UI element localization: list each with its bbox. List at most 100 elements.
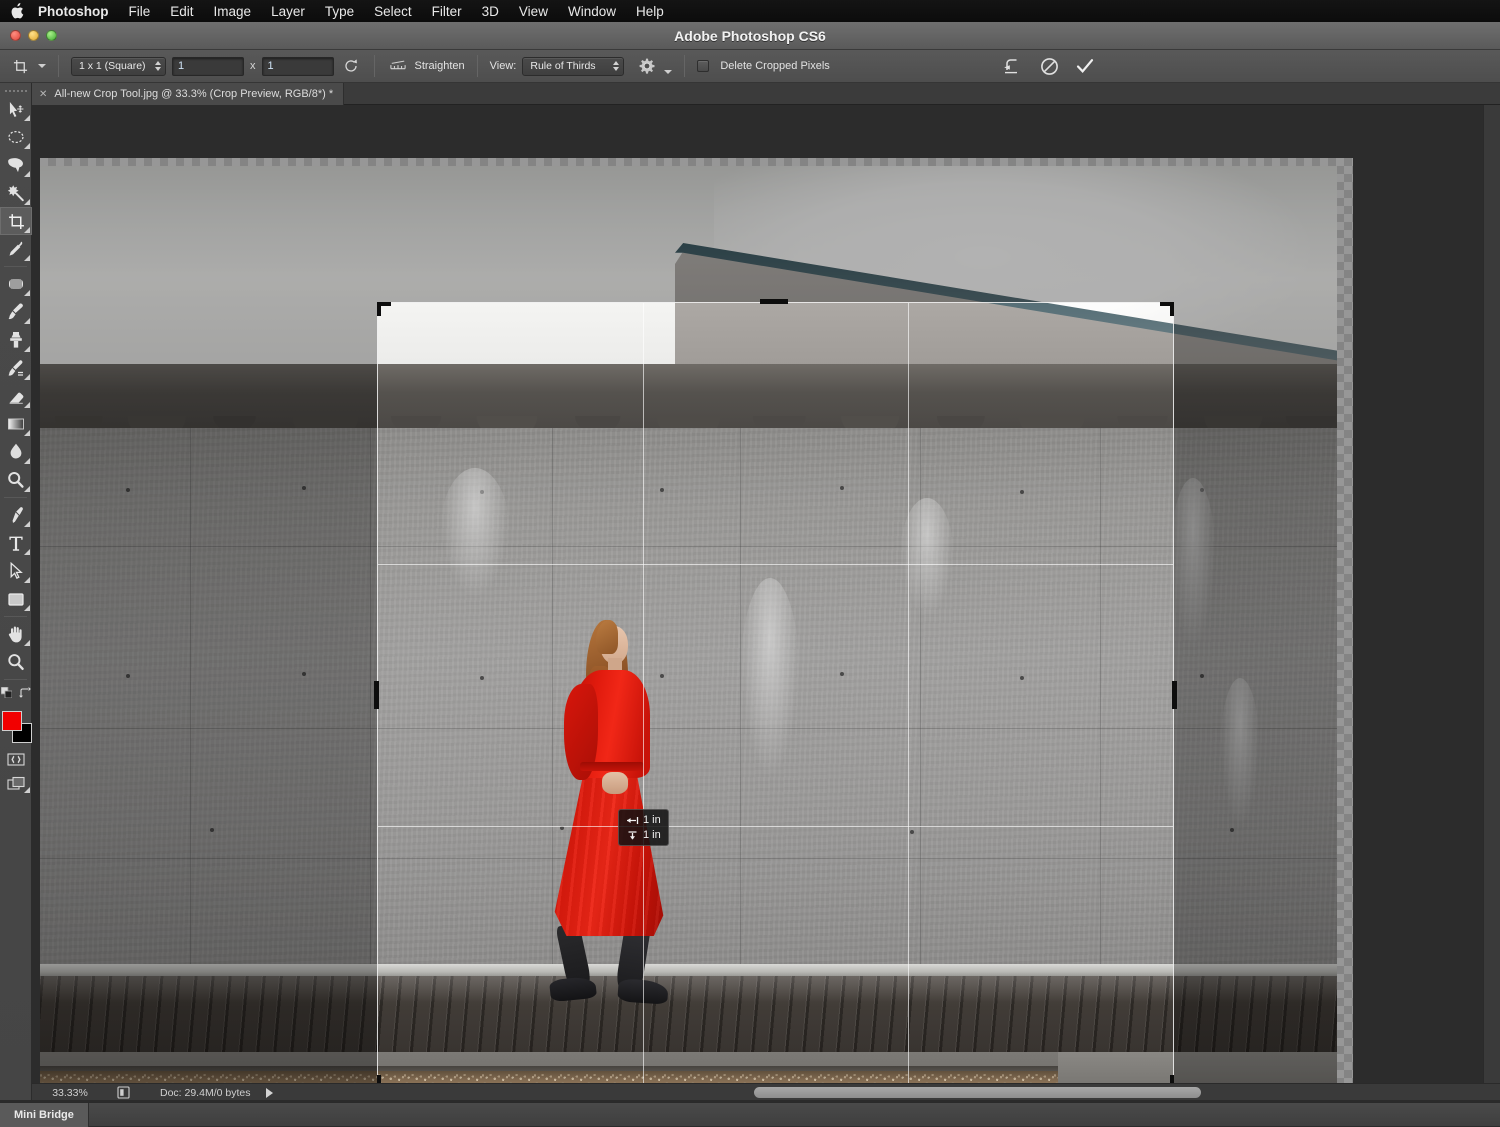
menu-item-filter[interactable]: Filter bbox=[432, 4, 462, 19]
flyout-triangle-icon[interactable] bbox=[24, 640, 30, 646]
tool-lasso[interactable] bbox=[0, 151, 32, 179]
flyout-triangle-icon[interactable] bbox=[24, 787, 30, 793]
zoom-level-field[interactable]: 33.33% bbox=[32, 1087, 108, 1099]
zoom-button[interactable] bbox=[46, 30, 57, 41]
crop-handle-top-right[interactable] bbox=[1160, 302, 1174, 316]
flyout-triangle-icon[interactable] bbox=[24, 430, 30, 436]
menu-item-file[interactable]: File bbox=[129, 4, 151, 19]
crop-handle-top-left[interactable] bbox=[377, 302, 391, 316]
tools-panel bbox=[0, 83, 32, 1100]
menu-item-image[interactable]: Image bbox=[214, 4, 252, 19]
tool-gradient[interactable] bbox=[0, 410, 32, 438]
crop-handle-bottom-right[interactable] bbox=[1160, 1075, 1174, 1083]
straighten-label[interactable]: Straighten bbox=[415, 60, 465, 72]
flyout-triangle-icon[interactable] bbox=[24, 549, 30, 555]
reset-icon[interactable] bbox=[1002, 55, 1024, 77]
quick-mask-icon[interactable] bbox=[0, 747, 32, 771]
menu-item-window[interactable]: Window bbox=[568, 4, 616, 19]
menu-item-help[interactable]: Help bbox=[636, 4, 664, 19]
tool-dodge[interactable] bbox=[0, 466, 32, 494]
document-canvas[interactable]: 1 in 1 in bbox=[40, 158, 1353, 1083]
flyout-triangle-icon[interactable] bbox=[24, 318, 30, 324]
delete-cropped-pixels-label[interactable]: Delete Cropped Pixels bbox=[720, 60, 829, 72]
tool-rectangle-shape[interactable] bbox=[0, 585, 32, 613]
tool-type[interactable] bbox=[0, 529, 32, 557]
tool-magic-wand[interactable] bbox=[0, 179, 32, 207]
menu-item-select[interactable]: Select bbox=[374, 4, 412, 19]
minimize-button[interactable] bbox=[28, 30, 39, 41]
crop-width-input[interactable]: 1 bbox=[172, 56, 244, 76]
tool-eyedropper[interactable] bbox=[0, 235, 32, 263]
crop-ratio-select[interactable]: 1 x 1 (Square) bbox=[71, 56, 166, 76]
gear-icon[interactable] bbox=[636, 55, 658, 77]
screen-mode-icon[interactable] bbox=[0, 771, 32, 795]
crop-overlay-select[interactable]: Rule of Thirds bbox=[522, 56, 625, 76]
delete-cropped-pixels-checkbox[interactable] bbox=[697, 60, 710, 72]
crop-handle-top-center[interactable] bbox=[760, 299, 788, 304]
tool-brush[interactable] bbox=[0, 298, 32, 326]
crop-size-tooltip: 1 in 1 in bbox=[618, 809, 669, 846]
flyout-triangle-icon[interactable] bbox=[24, 199, 30, 205]
gear-chevron-down-icon[interactable] bbox=[664, 70, 673, 74]
tool-history-brush[interactable] bbox=[0, 354, 32, 382]
tools-panel-drag-handle[interactable] bbox=[0, 83, 31, 95]
flyout-triangle-icon[interactable] bbox=[24, 458, 30, 464]
default-colors-icon[interactable] bbox=[0, 685, 12, 703]
tool-zoom[interactable] bbox=[0, 648, 32, 676]
foreground-color-swatch[interactable] bbox=[2, 711, 22, 731]
canvas-area[interactable]: 1 in 1 in bbox=[32, 105, 1500, 1083]
tool-eraser[interactable] bbox=[0, 382, 32, 410]
tool-hand[interactable] bbox=[0, 620, 32, 648]
flyout-triangle-icon[interactable] bbox=[24, 171, 30, 177]
document-proxy-icon[interactable] bbox=[108, 1086, 138, 1099]
menu-item-photoshop[interactable]: Photoshop bbox=[38, 4, 109, 19]
tool-crop[interactable] bbox=[0, 207, 32, 235]
tool-pen[interactable] bbox=[0, 501, 32, 529]
mini-bridge-tab[interactable]: Mini Bridge bbox=[0, 1103, 89, 1127]
tool-clone-stamp[interactable] bbox=[0, 326, 32, 354]
flyout-triangle-icon[interactable] bbox=[24, 486, 30, 492]
crop-handle-left-center[interactable] bbox=[374, 681, 379, 709]
tab-close-icon[interactable]: ✕ bbox=[39, 89, 47, 100]
flyout-triangle-icon[interactable] bbox=[24, 374, 30, 380]
flyout-triangle-icon[interactable] bbox=[24, 346, 30, 352]
tool-marquee[interactable] bbox=[0, 123, 32, 151]
menu-item-type[interactable]: Type bbox=[325, 4, 354, 19]
width-arrow-icon bbox=[626, 816, 639, 825]
crop-height-input[interactable]: 1 bbox=[261, 56, 334, 76]
tool-move[interactable] bbox=[0, 95, 32, 123]
swap-width-height-icon[interactable] bbox=[340, 55, 362, 77]
menu-item-3d[interactable]: 3D bbox=[482, 4, 499, 19]
flyout-triangle-icon[interactable] bbox=[24, 115, 30, 121]
menu-item-layer[interactable]: Layer bbox=[271, 4, 305, 19]
document-tab[interactable]: ✕ All-new Crop Tool.jpg @ 33.3% (Crop Pr… bbox=[32, 83, 345, 105]
flyout-triangle-icon[interactable] bbox=[24, 521, 30, 527]
tool-path-selection[interactable] bbox=[0, 557, 32, 585]
status-expand-arrow-icon[interactable] bbox=[266, 1087, 274, 1098]
tool-healing-brush[interactable] bbox=[0, 270, 32, 298]
menu-item-view[interactable]: View bbox=[519, 4, 548, 19]
vertical-scrollbar[interactable] bbox=[1483, 105, 1500, 1083]
flyout-triangle-icon[interactable] bbox=[24, 290, 30, 296]
swap-colors-icon[interactable] bbox=[18, 685, 31, 703]
apple-logo-icon[interactable] bbox=[10, 3, 24, 19]
crop-handle-right-center[interactable] bbox=[1172, 681, 1177, 709]
flyout-triangle-icon[interactable] bbox=[24, 143, 30, 149]
flyout-triangle-icon[interactable] bbox=[24, 577, 30, 583]
tool-blur[interactable] bbox=[0, 438, 32, 466]
flyout-triangle-icon[interactable] bbox=[24, 227, 30, 233]
close-button[interactable] bbox=[10, 30, 21, 41]
cancel-icon[interactable] bbox=[1038, 55, 1060, 77]
tool-divider bbox=[4, 497, 27, 498]
tool-preset-chevron-down-icon[interactable] bbox=[38, 64, 46, 68]
flyout-triangle-icon[interactable] bbox=[24, 255, 30, 261]
crop-selection-rectangle[interactable] bbox=[374, 299, 1177, 1083]
commit-checkmark-icon[interactable] bbox=[1074, 55, 1096, 77]
flyout-triangle-icon[interactable] bbox=[24, 605, 30, 611]
tool-options-bar: 1 x 1 (Square) 1 x 1 Straighten View: Ru… bbox=[0, 50, 1500, 83]
crop-handle-bottom-left[interactable] bbox=[377, 1075, 391, 1083]
crop-tool-icon[interactable] bbox=[8, 55, 32, 77]
straighten-icon[interactable] bbox=[387, 55, 409, 77]
flyout-triangle-icon[interactable] bbox=[24, 402, 30, 408]
menu-item-edit[interactable]: Edit bbox=[170, 4, 193, 19]
